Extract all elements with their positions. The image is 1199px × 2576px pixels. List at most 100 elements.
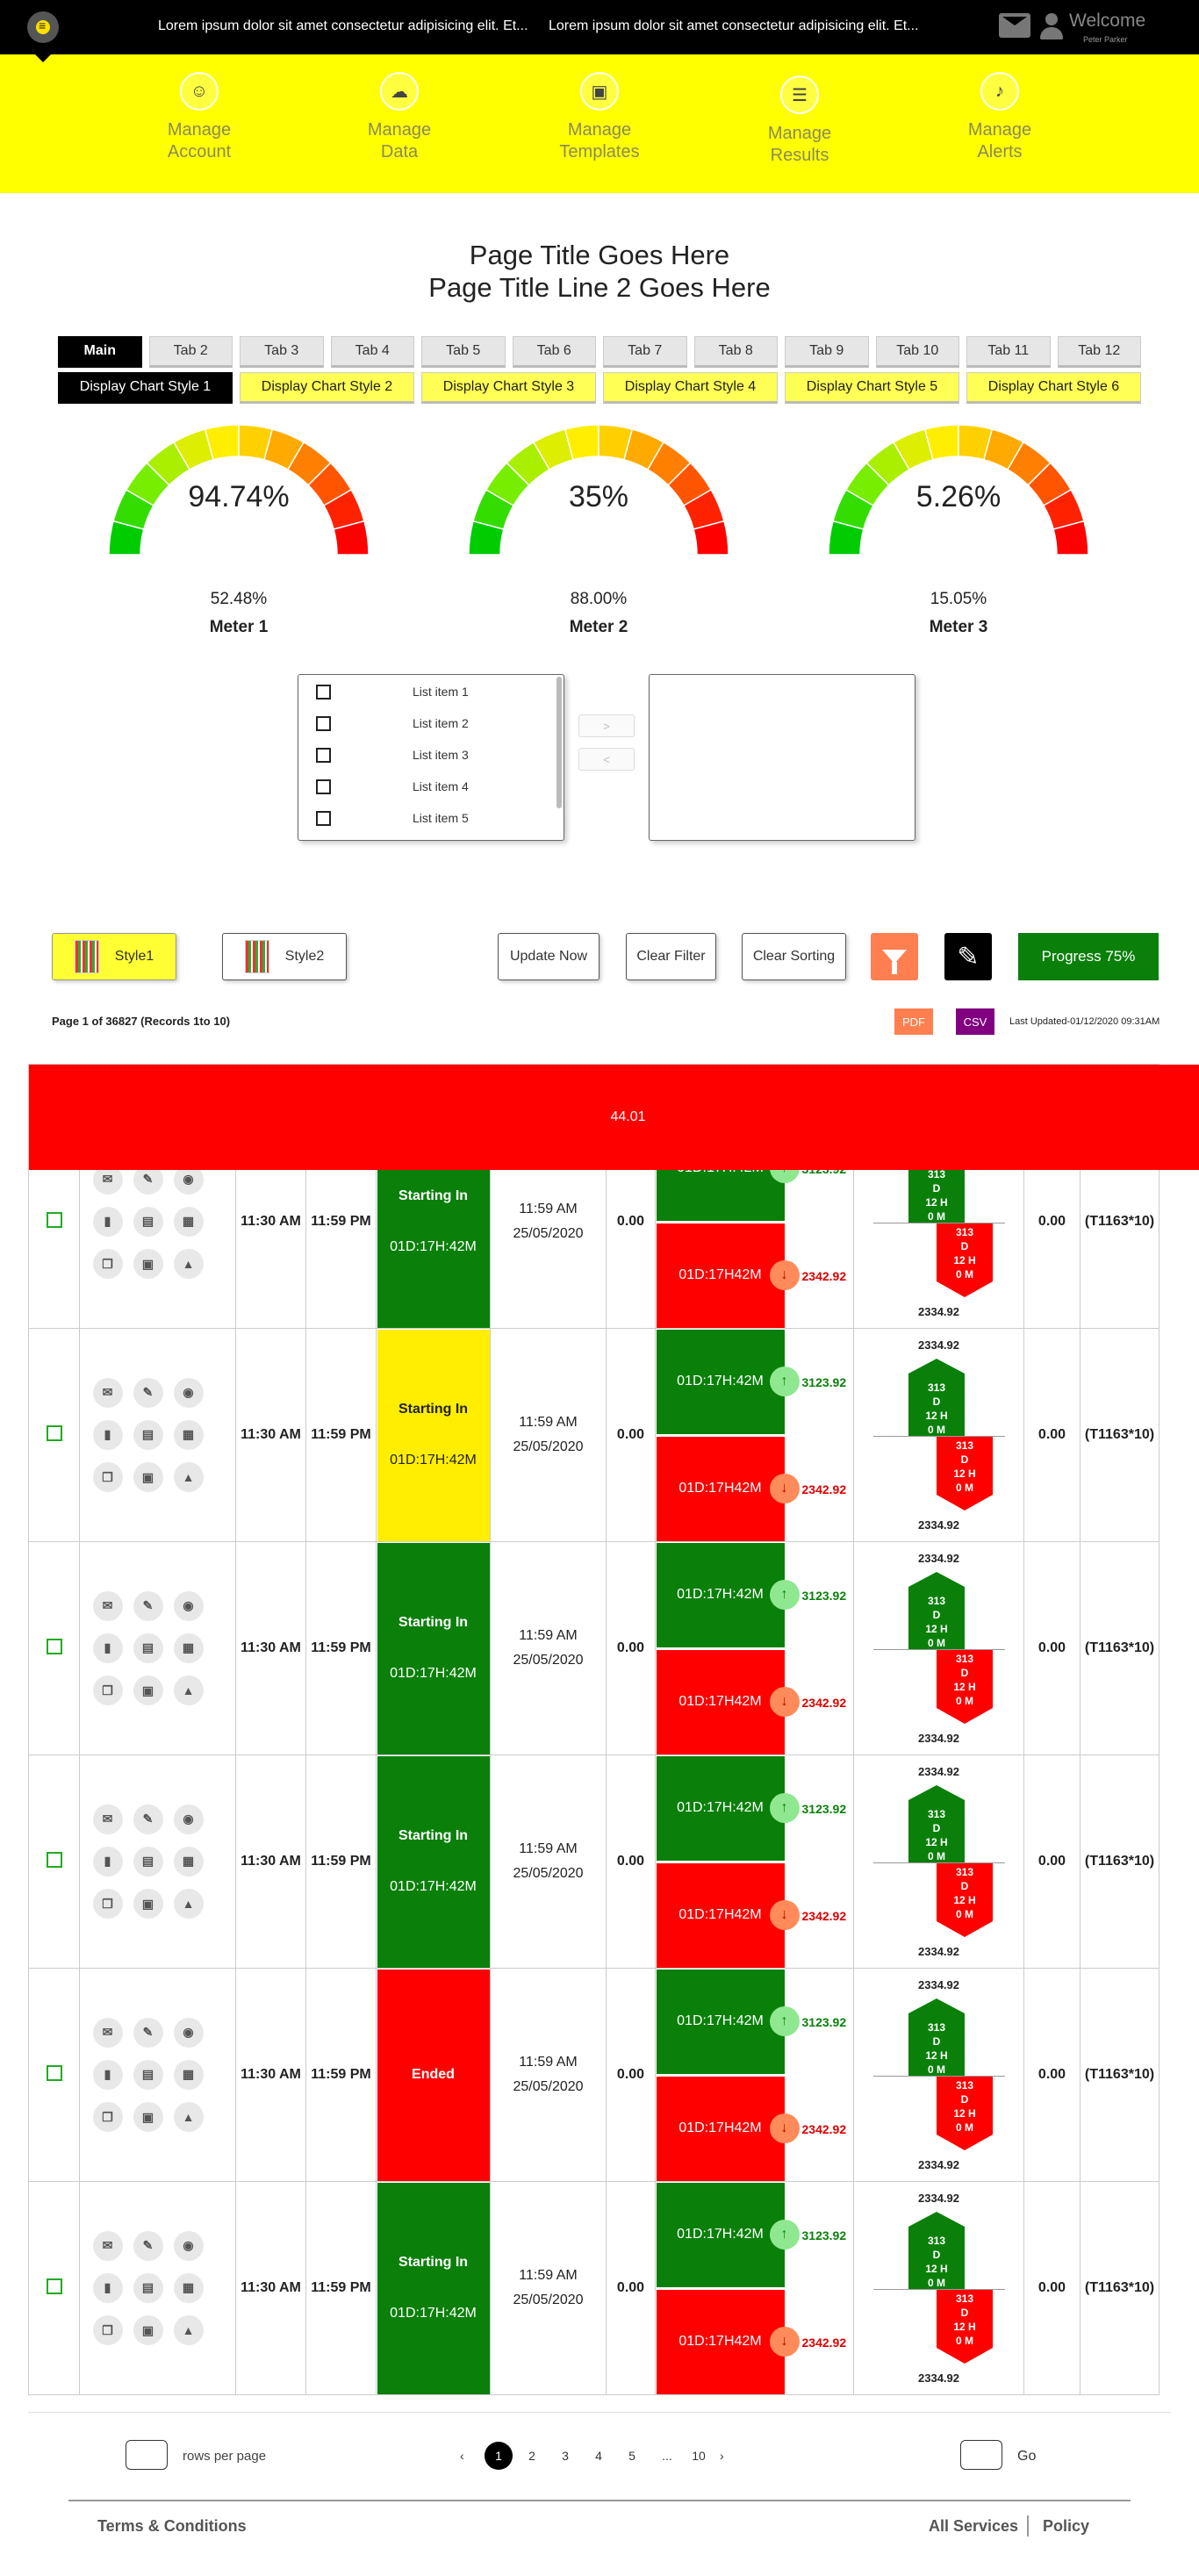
document-icon[interactable]: ▦: [173, 2272, 204, 2303]
tab-9[interactable]: Tab 9: [785, 336, 869, 368]
list-item-checkbox[interactable]: [316, 779, 331, 794]
row-checkbox[interactable]: [46, 2064, 62, 2081]
eye-icon[interactable]: ◉: [173, 2017, 204, 2048]
mail-icon[interactable]: ✉: [92, 2017, 123, 2048]
mail-icon[interactable]: ✉: [92, 1590, 123, 1621]
style2-button[interactable]: Style2: [222, 933, 347, 980]
trash-icon[interactable]: ▮: [92, 1632, 123, 1663]
save-icon[interactable]: ▣: [133, 1675, 163, 1706]
copy-icon[interactable]: ❐: [92, 1889, 123, 1919]
clear-filter-button[interactable]: Clear Filter: [626, 933, 716, 980]
row-checkbox[interactable]: [46, 1851, 62, 1868]
list-item-checkbox[interactable]: [316, 684, 331, 700]
mail-icon[interactable]: ✉: [92, 1377, 123, 1408]
copy-icon[interactable]: ❐: [92, 2315, 123, 2346]
bell-icon[interactable]: ▲: [173, 2101, 204, 2132]
document-icon[interactable]: ▦: [173, 1632, 204, 1663]
chart-style-button-6[interactable]: Display Chart Style 6: [966, 372, 1141, 404]
nav-manage-alerts[interactable]: ♪ Manage Alerts: [947, 72, 1052, 163]
list-item[interactable]: List item 1: [298, 676, 564, 707]
page-4[interactable]: 4: [585, 2442, 613, 2470]
row-checkbox[interactable]: [46, 1424, 62, 1441]
trash-icon[interactable]: ▮: [92, 1419, 123, 1450]
clipboard-icon[interactable]: ▤: [133, 1846, 163, 1876]
document-icon[interactable]: ▦: [173, 2059, 204, 2090]
chart-style-button-2[interactable]: Display Chart Style 2: [240, 372, 414, 404]
bell-icon[interactable]: ▲: [173, 1248, 204, 1279]
csv-export-button[interactable]: CSV: [956, 1008, 994, 1035]
chart-style-button-3[interactable]: Display Chart Style 3: [421, 372, 596, 404]
save-icon[interactable]: ▣: [133, 2315, 163, 2346]
tab-3[interactable]: Tab 3: [240, 336, 324, 368]
save-icon[interactable]: ▣: [133, 1249, 163, 1280]
list-item[interactable]: List item 3: [298, 739, 564, 771]
list-item-checkbox[interactable]: [316, 715, 331, 731]
tab-8[interactable]: Tab 8: [693, 336, 778, 368]
clipboard-icon[interactable]: ▤: [133, 1206, 163, 1237]
clipboard-icon[interactable]: ▤: [133, 1632, 163, 1663]
page-1[interactable]: 1: [485, 2442, 513, 2470]
mail-icon[interactable]: [999, 13, 1030, 38]
style1-button[interactable]: Style1: [52, 933, 176, 980]
tab-6[interactable]: Tab 6: [512, 336, 596, 368]
nav-manage-account[interactable]: ☺ Manage Account: [147, 72, 252, 163]
eye-icon[interactable]: ◉: [173, 1804, 204, 1834]
rows-per-page-input[interactable]: [126, 2440, 168, 2470]
chart-style-button-4[interactable]: Display Chart Style 4: [603, 372, 778, 404]
tab-4[interactable]: Tab 4: [330, 336, 414, 368]
tab-10[interactable]: Tab 10: [875, 336, 959, 368]
pencil-icon[interactable]: ✎: [133, 2230, 163, 2261]
policy-link[interactable]: Policy: [1043, 2517, 1089, 2536]
eye-icon[interactable]: ◉: [173, 1377, 204, 1408]
document-icon[interactable]: ▦: [173, 1419, 204, 1450]
source-list[interactable]: List item 1 List item 2 List item 3 List it…: [298, 674, 564, 841]
chart-style-button-5[interactable]: Display Chart Style 5: [785, 372, 959, 404]
copy-icon[interactable]: ❐: [92, 1462, 123, 1493]
go-to-page-input[interactable]: [960, 2440, 1002, 2470]
update-now-button[interactable]: Update Now: [498, 933, 600, 980]
list-item-checkbox[interactable]: [316, 810, 331, 826]
list-item[interactable]: List item 5: [298, 802, 564, 834]
row-checkbox[interactable]: [46, 2278, 62, 2294]
prev-page-button[interactable]: ‹: [460, 2442, 464, 2470]
bell-icon[interactable]: ▲: [173, 1888, 204, 1919]
user-icon[interactable]: [1037, 11, 1066, 41]
list-item[interactable]: List item 2: [298, 707, 564, 739]
next-page-button[interactable]: ›: [720, 2442, 724, 2470]
list-scrollbar[interactable]: [556, 677, 562, 808]
copy-icon[interactable]: ❐: [92, 2102, 123, 2133]
document-icon[interactable]: ▦: [173, 1206, 204, 1237]
page-2[interactable]: 2: [518, 2442, 546, 2470]
move-right-button[interactable]: >: [578, 714, 635, 737]
pencil-icon[interactable]: ✎: [133, 1804, 163, 1834]
clipboard-icon[interactable]: ▤: [133, 2059, 163, 2090]
mail-icon[interactable]: ✉: [92, 2230, 123, 2261]
save-icon[interactable]: ▣: [133, 1889, 163, 1919]
pencil-icon[interactable]: ✎: [133, 2017, 163, 2048]
row-checkbox[interactable]: [46, 1211, 62, 1228]
nav-manage-templates[interactable]: ▣ Manage Templates: [547, 72, 652, 163]
tab-5[interactable]: Tab 5: [421, 336, 506, 368]
list-item[interactable]: List item 4: [298, 771, 564, 802]
all-services-link[interactable]: All Services: [929, 2517, 1018, 2536]
tab-11[interactable]: Tab 11: [966, 336, 1051, 368]
page-3[interactable]: 3: [551, 2442, 579, 2470]
bell-icon[interactable]: ▲: [173, 1675, 204, 1705]
row-checkbox[interactable]: [46, 1638, 62, 1654]
tab-2[interactable]: Tab 2: [148, 336, 233, 368]
filter-button[interactable]: [871, 933, 918, 980]
bell-icon[interactable]: ▲: [173, 2314, 204, 2345]
trash-icon[interactable]: ▮: [92, 1206, 123, 1237]
page-5[interactable]: 5: [618, 2442, 646, 2470]
tab-12[interactable]: Tab 12: [1057, 336, 1141, 368]
pencil-icon[interactable]: ✎: [133, 1377, 163, 1408]
save-icon[interactable]: ▣: [133, 1462, 163, 1493]
bell-icon[interactable]: ▲: [173, 1461, 204, 1492]
eye-icon[interactable]: ◉: [173, 1590, 204, 1621]
save-icon[interactable]: ▣: [133, 2102, 163, 2133]
document-icon[interactable]: ▦: [173, 1846, 204, 1876]
clear-sorting-button[interactable]: Clear Sorting: [742, 933, 846, 980]
edit-button[interactable]: ✎: [944, 933, 992, 980]
copy-icon[interactable]: ❐: [92, 1249, 123, 1280]
trash-icon[interactable]: ▮: [92, 1846, 123, 1876]
